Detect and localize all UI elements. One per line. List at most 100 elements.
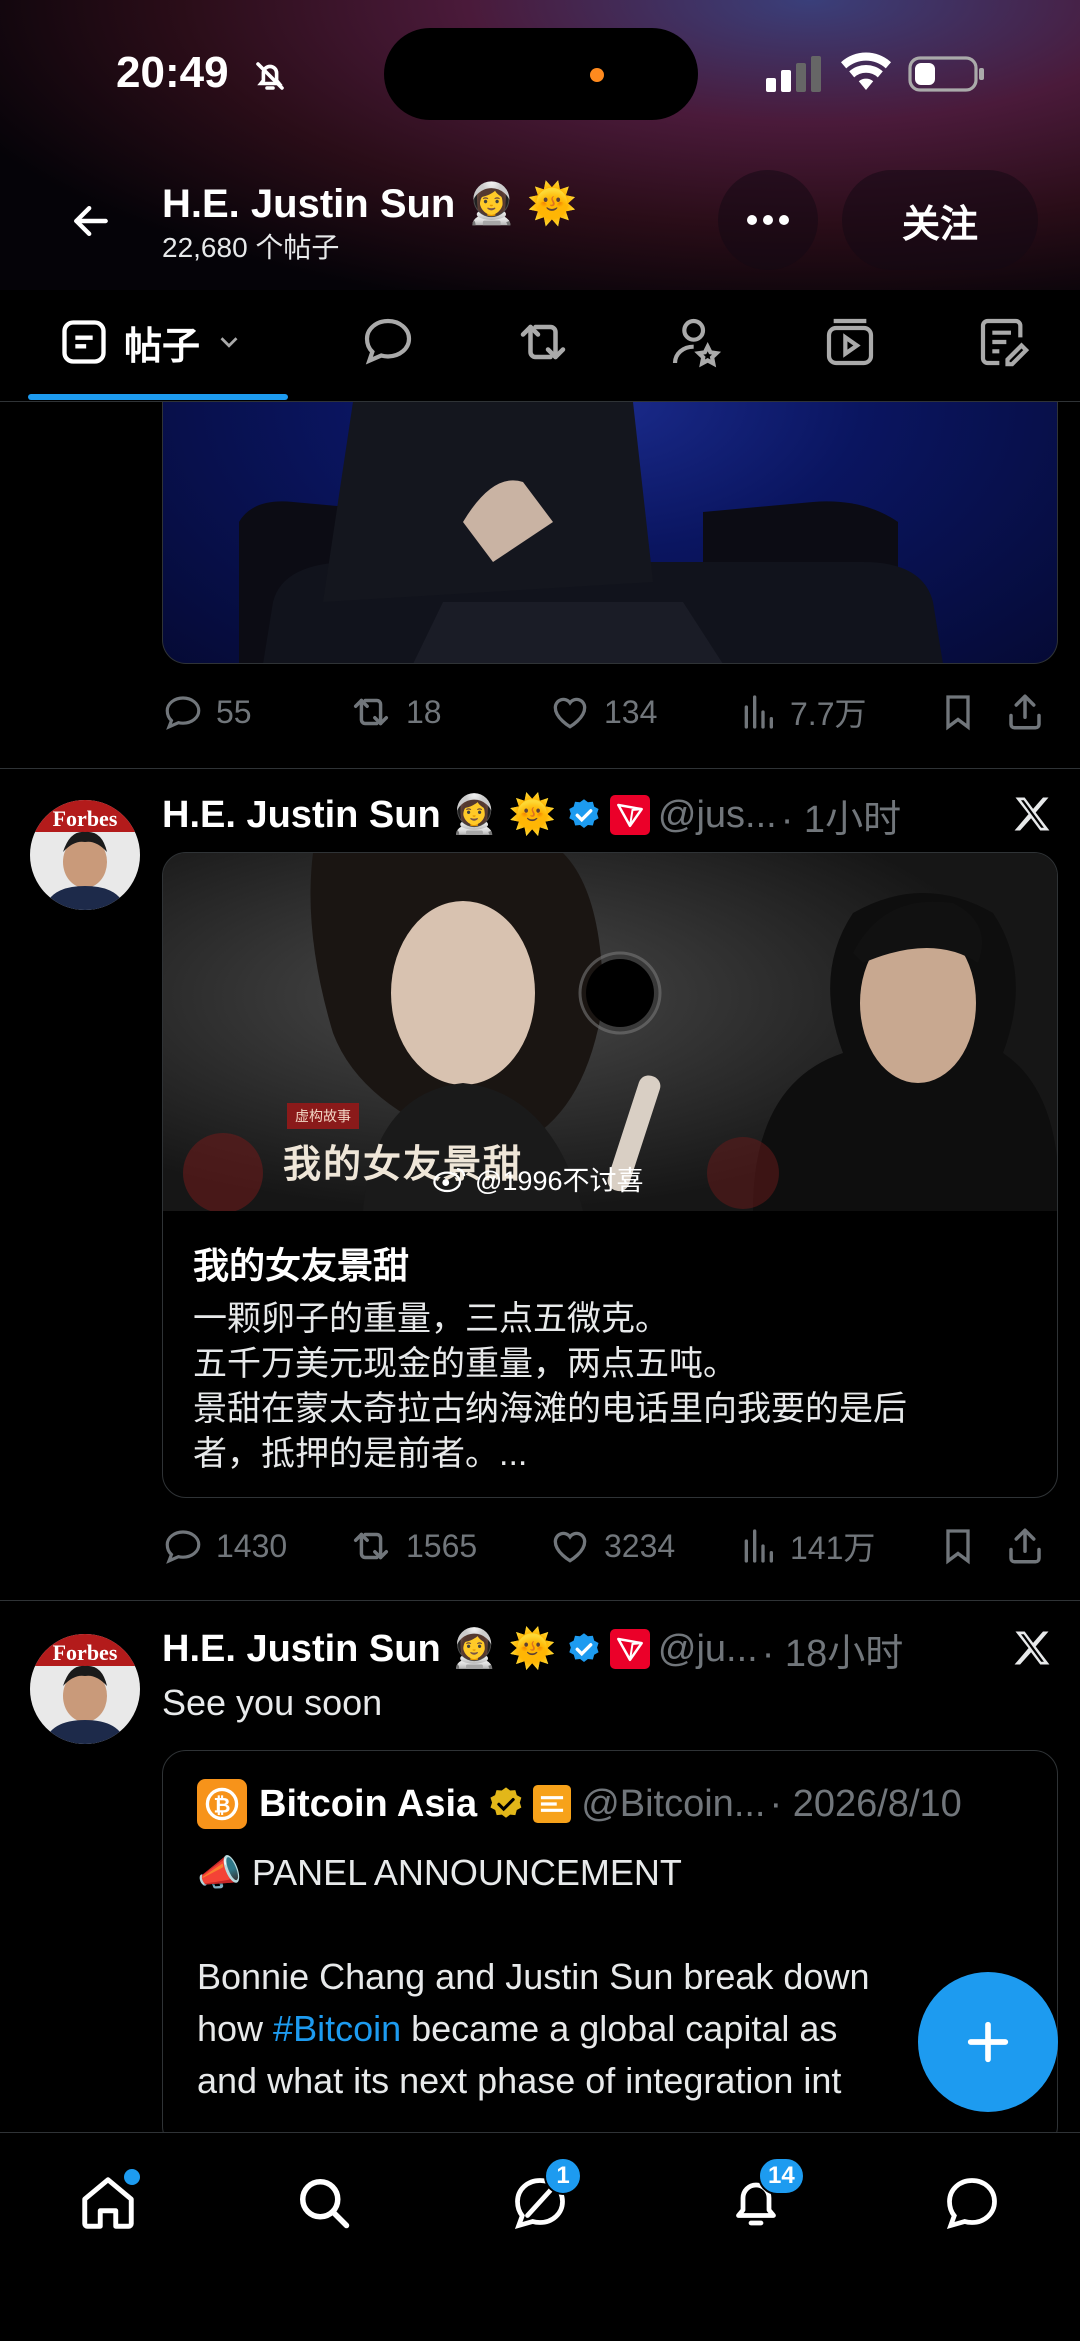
author-handle[interactable]: @jus... [658, 794, 777, 837]
post-count: 22,680 个帖子 [162, 232, 340, 263]
share-button[interactable] [1004, 691, 1058, 733]
bookmark-icon [946, 695, 970, 731]
follow-button[interactable]: 关注 [842, 170, 1038, 270]
reply-count: 1430 [216, 1527, 288, 1564]
nav-home[interactable] [68, 2163, 148, 2243]
weibo-icon [433, 1167, 466, 1192]
nav-messages[interactable] [932, 2163, 1012, 2243]
heart-icon [553, 1531, 587, 1563]
author-name[interactable]: H.E. Justin Sun [162, 1628, 441, 1671]
watermark: @1996不讨喜 [433, 1159, 643, 1198]
active-tab-indicator [28, 394, 288, 400]
tab-posts-label: 帖子 [124, 325, 201, 368]
card-body-line: 一颗卵子的重量，三点五微克。 [193, 1300, 669, 1338]
bookmark-button[interactable] [938, 692, 1004, 732]
like-button[interactable]: 134 [548, 690, 738, 734]
tweet-header: H.E. Justin Sun 👩‍🚀 🌞 @jus... · 1小时 [162, 788, 901, 843]
heart-icon [553, 697, 587, 729]
tab-posts[interactable]: 帖子 [58, 312, 244, 372]
dynamic-island [384, 28, 698, 120]
tweet-header: H.E. Justin Sun 👩‍🚀 🌞 @ju... · 18小时 [162, 1622, 903, 1677]
repost-icon [520, 324, 566, 360]
reply-button[interactable]: 55 [162, 691, 348, 733]
svg-text:Forbes: Forbes [53, 806, 118, 831]
bottom-nav: 1 14 [0, 2132, 1080, 2341]
signal-icon [766, 56, 821, 92]
card-body-line: 者，抵押的是前者。... [193, 1435, 528, 1473]
quote-line: how #Bitcoin became a global capital as [197, 2003, 837, 2055]
like-count: 3234 [604, 1527, 676, 1564]
like-button[interactable]: 3234 [548, 1524, 738, 1568]
svg-text:Forbes: Forbes [53, 1640, 118, 1665]
quote-author-handle[interactable]: @Bitcoin... [581, 1783, 765, 1826]
nav-notifications[interactable]: 14 [716, 2157, 805, 2243]
quote-header: ₿ Bitcoin Asia @Bitcoin... · 2026/8/10 [197, 1779, 962, 1829]
avatar[interactable]: Forbes [30, 1634, 140, 1744]
repost-button[interactable]: 18 [348, 689, 548, 735]
chat-bubble-icon [946, 2178, 997, 2230]
quote-text: how [197, 2008, 274, 2049]
author-handle[interactable]: @ju... [658, 1628, 758, 1671]
arrow-left-icon [74, 205, 108, 237]
reply-icon [165, 1530, 201, 1564]
tweet-actions: 1430 1565 3234 141万 [162, 1516, 1058, 1576]
tweet-time[interactable]: · 18小时 [762, 1622, 903, 1677]
article-edit-icon [980, 318, 1030, 367]
tab-reposts[interactable] [513, 312, 573, 372]
tweet-time[interactable]: · 1小时 [781, 788, 901, 843]
back-button[interactable] [62, 192, 120, 250]
tron-logo-icon [609, 1629, 650, 1669]
card-image: 虚构故事 我的女友景甜 @1996不讨喜 [163, 853, 1057, 1211]
reply-icon [364, 318, 412, 365]
svg-text:₿: ₿ [214, 1793, 231, 1817]
hashtag-link[interactable]: #Bitcoin [273, 2008, 401, 2049]
communities-badge: 1 [544, 2157, 582, 2195]
x-logo-icon[interactable] [1010, 1626, 1054, 1670]
quote-text: became a global capital as [401, 2008, 838, 2049]
notifications-badge: 14 [758, 2157, 805, 2195]
share-button[interactable] [1004, 1525, 1058, 1567]
posts-icon [62, 320, 106, 364]
like-count: 134 [604, 693, 658, 730]
tab-highlights[interactable] [668, 312, 724, 372]
tron-logo-icon [609, 795, 650, 835]
card-body-line: 景甜在蒙太奇拉古纳海滩的电话里向我要的是后 [193, 1390, 907, 1428]
quote-author-name[interactable]: Bitcoin Asia [259, 1783, 477, 1826]
tweet-text: See you soon [162, 1682, 383, 1723]
divider [0, 1600, 1080, 1601]
avatar[interactable]: Forbes [30, 800, 140, 910]
x-logo-icon[interactable] [1010, 792, 1054, 836]
share-icon [1009, 1528, 1041, 1564]
profile-name: H.E. Justin Sun 👩‍🚀 🌞 [162, 182, 578, 226]
avatar-forbes-portrait: Forbes [30, 800, 140, 910]
tweet-image[interactable] [162, 402, 1058, 664]
nav-search[interactable] [284, 2163, 364, 2243]
plus-icon [967, 2021, 1009, 2063]
tab-media[interactable] [822, 312, 878, 372]
tab-articles[interactable] [976, 312, 1032, 372]
battery-icon [908, 56, 984, 92]
views-chart-icon [744, 695, 773, 729]
more-button[interactable] [718, 170, 818, 270]
author-name[interactable]: H.E. Justin Sun [162, 794, 441, 837]
views-button[interactable]: 7.7万 [738, 689, 938, 735]
bookmark-button[interactable] [938, 1526, 1004, 1566]
reply-icon [165, 696, 201, 730]
repost-icon [353, 1532, 389, 1560]
privacy-indicator [590, 68, 604, 82]
author-emoji: 👩‍🚀 🌞 [450, 794, 556, 836]
quote-tweet[interactable]: ₿ Bitcoin Asia @Bitcoin... · 2026/8/10 📣… [162, 1750, 1058, 2150]
unread-dot [124, 2169, 140, 2185]
repost-button[interactable]: 1565 [348, 1523, 548, 1569]
nav-communities[interactable]: 1 [500, 2157, 582, 2243]
views-button[interactable]: 141万 [738, 1523, 938, 1569]
wifi-icon [841, 52, 891, 90]
repost-count: 1565 [406, 1527, 478, 1564]
chevron-down-icon [220, 337, 238, 348]
card-body-line: 五千万美元现金的重量，两点五吨。 [193, 1345, 737, 1383]
compose-button[interactable] [918, 1972, 1058, 2112]
reply-button[interactable]: 1430 [162, 1525, 348, 1567]
quote-date[interactable]: · 2026/8/10 [770, 1783, 962, 1826]
tab-replies[interactable] [360, 312, 416, 372]
link-card[interactable]: 虚构故事 我的女友景甜 @1996不讨喜 我的女友景甜 一颗卵子的重量，三点五微… [162, 852, 1058, 1498]
